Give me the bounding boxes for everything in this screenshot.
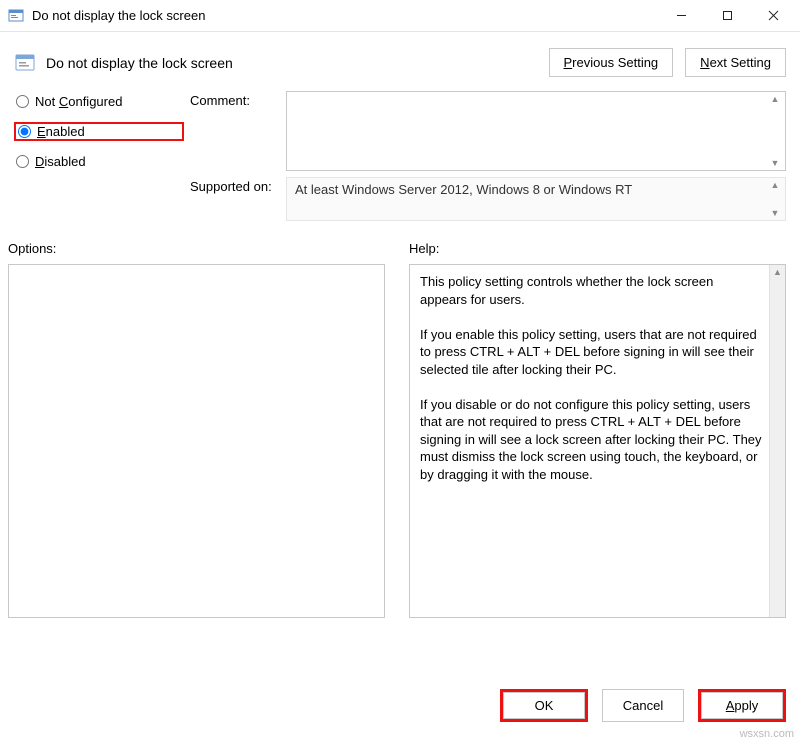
- supported-scroll[interactable]: ▲ ▼: [767, 180, 783, 218]
- state-radios: Not Configured Enabled Disabled: [14, 91, 184, 170]
- chevron-down-icon[interactable]: ▼: [767, 208, 783, 218]
- ok-button-highlight: OK: [500, 689, 588, 722]
- minimize-button[interactable]: [658, 1, 704, 31]
- help-label: Help:: [409, 241, 786, 256]
- footer-buttons: OK Cancel Apply: [500, 689, 786, 722]
- options-label: Options:: [8, 241, 385, 256]
- config-area: Not Configured Enabled Disabled Comment:…: [0, 81, 800, 231]
- help-text: This policy setting controls whether the…: [410, 265, 785, 492]
- chevron-up-icon[interactable]: ▲: [773, 267, 782, 277]
- close-button[interactable]: [750, 1, 796, 31]
- radio-not-configured[interactable]: Not Configured: [14, 93, 184, 110]
- comment-label: Comment:: [190, 91, 280, 108]
- panes-row: This policy setting controls whether the…: [0, 260, 800, 618]
- supported-on-text: At least Windows Server 2012, Windows 8 …: [295, 182, 632, 197]
- comment-scroll[interactable]: ▲ ▼: [767, 94, 783, 168]
- radio-not-configured-label: Not Configured: [35, 94, 122, 109]
- radio-disabled-label: Disabled: [35, 154, 86, 169]
- comment-textarea[interactable]: ▲ ▼: [286, 91, 786, 171]
- help-pane: This policy setting controls whether the…: [409, 264, 786, 618]
- next-setting-button[interactable]: Next Setting: [685, 48, 786, 77]
- policy-title: Do not display the lock screen: [46, 55, 233, 71]
- cancel-button[interactable]: Cancel: [602, 689, 684, 722]
- radio-enabled[interactable]: Enabled: [18, 124, 85, 139]
- window-titlebar: Do not display the lock screen: [0, 0, 800, 32]
- chevron-down-icon[interactable]: ▼: [767, 158, 783, 168]
- next-setting-label: ext Setting: [710, 55, 771, 70]
- supported-on-box: At least Windows Server 2012, Windows 8 …: [286, 177, 786, 221]
- radio-not-configured-input[interactable]: [16, 95, 29, 108]
- radio-enabled-input[interactable]: [18, 125, 31, 138]
- watermark: wsxsn.com: [740, 728, 794, 740]
- radio-disabled-input[interactable]: [16, 155, 29, 168]
- apply-rest: pply: [734, 698, 758, 713]
- chevron-up-icon[interactable]: ▲: [767, 94, 783, 104]
- lower-labels: Options: Help:: [0, 231, 800, 260]
- header-row: Do not display the lock screen Previous …: [0, 32, 800, 81]
- radio-disabled[interactable]: Disabled: [14, 153, 184, 170]
- supported-on-label: Supported on:: [190, 177, 280, 194]
- policy-icon: [14, 52, 36, 74]
- ok-button[interactable]: OK: [503, 692, 585, 719]
- window-title: Do not display the lock screen: [32, 8, 205, 23]
- previous-setting-button[interactable]: Previous Setting: [549, 48, 674, 77]
- help-scrollbar[interactable]: ▲: [769, 265, 785, 617]
- next-setting-key: N: [700, 55, 709, 70]
- previous-setting-key: P: [564, 55, 573, 70]
- apply-button[interactable]: Apply: [701, 692, 783, 719]
- app-icon: [8, 8, 24, 24]
- chevron-up-icon[interactable]: ▲: [767, 180, 783, 190]
- apply-button-highlight: Apply: [698, 689, 786, 722]
- radio-enabled-label: Enabled: [37, 124, 85, 139]
- radio-enabled-highlight: Enabled: [14, 122, 184, 141]
- maximize-button[interactable]: [704, 1, 750, 31]
- previous-setting-label: revious Setting: [572, 55, 658, 70]
- options-pane: [8, 264, 385, 618]
